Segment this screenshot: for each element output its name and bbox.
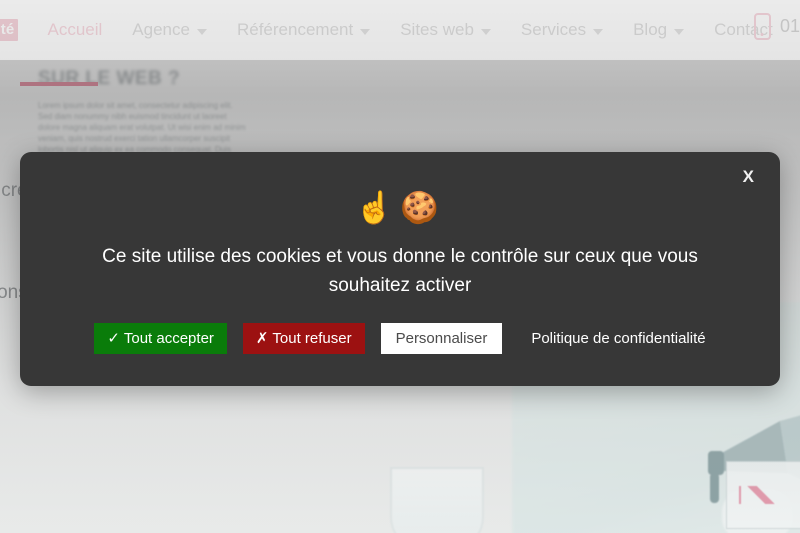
nav-label: Services: [520, 20, 587, 39]
mobile-phone-icon: [753, 13, 771, 40]
refuse-all-button[interactable]: ✗ Tout refuser: [242, 323, 365, 354]
site-logo[interactable]: lité: [0, 18, 19, 42]
chevron-down-icon: [593, 28, 604, 35]
close-icon[interactable]: X: [737, 164, 760, 189]
phone-number: 01: [779, 16, 800, 36]
nav-label: Agence: [132, 20, 190, 39]
cookie-icon: 🍪: [400, 190, 445, 225]
chevron-down-icon: [480, 28, 491, 35]
nav-label: Accueil: [47, 20, 103, 39]
chevron-down-icon: [674, 28, 685, 35]
accept-all-button[interactable]: ✓ Tout accepter: [94, 323, 227, 354]
nav-item-services[interactable]: Services: [506, 20, 618, 40]
hero-card-title: SUR LE WEB ?: [38, 68, 181, 89]
cookie-dialog-icons: ☝🍪: [20, 192, 780, 223]
customize-button[interactable]: Personnaliser: [380, 323, 503, 354]
cookie-consent-dialog: X ☝🍪 Ce site utilise des cookies et vous…: [20, 152, 780, 386]
nav-item-blog[interactable]: Blog: [618, 20, 699, 40]
chart-illustration: [726, 461, 800, 529]
pointing-finger-icon: ☝: [355, 190, 400, 225]
nav-item-referencement[interactable]: Référencement: [222, 20, 385, 40]
site-header: lité Accueil Agence Référencement Sites …: [0, 0, 800, 60]
cookie-dialog-actions: ✓ Tout accepter ✗ Tout refuser Personnal…: [20, 323, 780, 354]
cookie-dialog-message: Ce site utilise des cookies et vous donn…: [102, 246, 698, 296]
chevron-down-icon: [196, 28, 207, 35]
nav-item-sites-web[interactable]: Sites web: [385, 20, 506, 40]
nav-item-accueil[interactable]: Accueil: [32, 20, 117, 40]
privacy-policy-link[interactable]: Politique de confidentialité: [531, 330, 705, 347]
nav-label: Blog: [633, 20, 668, 39]
nav-label: Sites web: [400, 20, 474, 39]
nav-item-agence[interactable]: Agence: [117, 20, 222, 40]
main-navigation: Accueil Agence Référencement Sites web S…: [32, 20, 787, 40]
nav-label: Référencement: [236, 20, 354, 39]
chevron-down-icon: [360, 28, 371, 35]
header-phone-block[interactable]: 01: [753, 13, 800, 40]
active-nav-underline: [20, 82, 98, 86]
glass-illustration: [390, 467, 484, 533]
